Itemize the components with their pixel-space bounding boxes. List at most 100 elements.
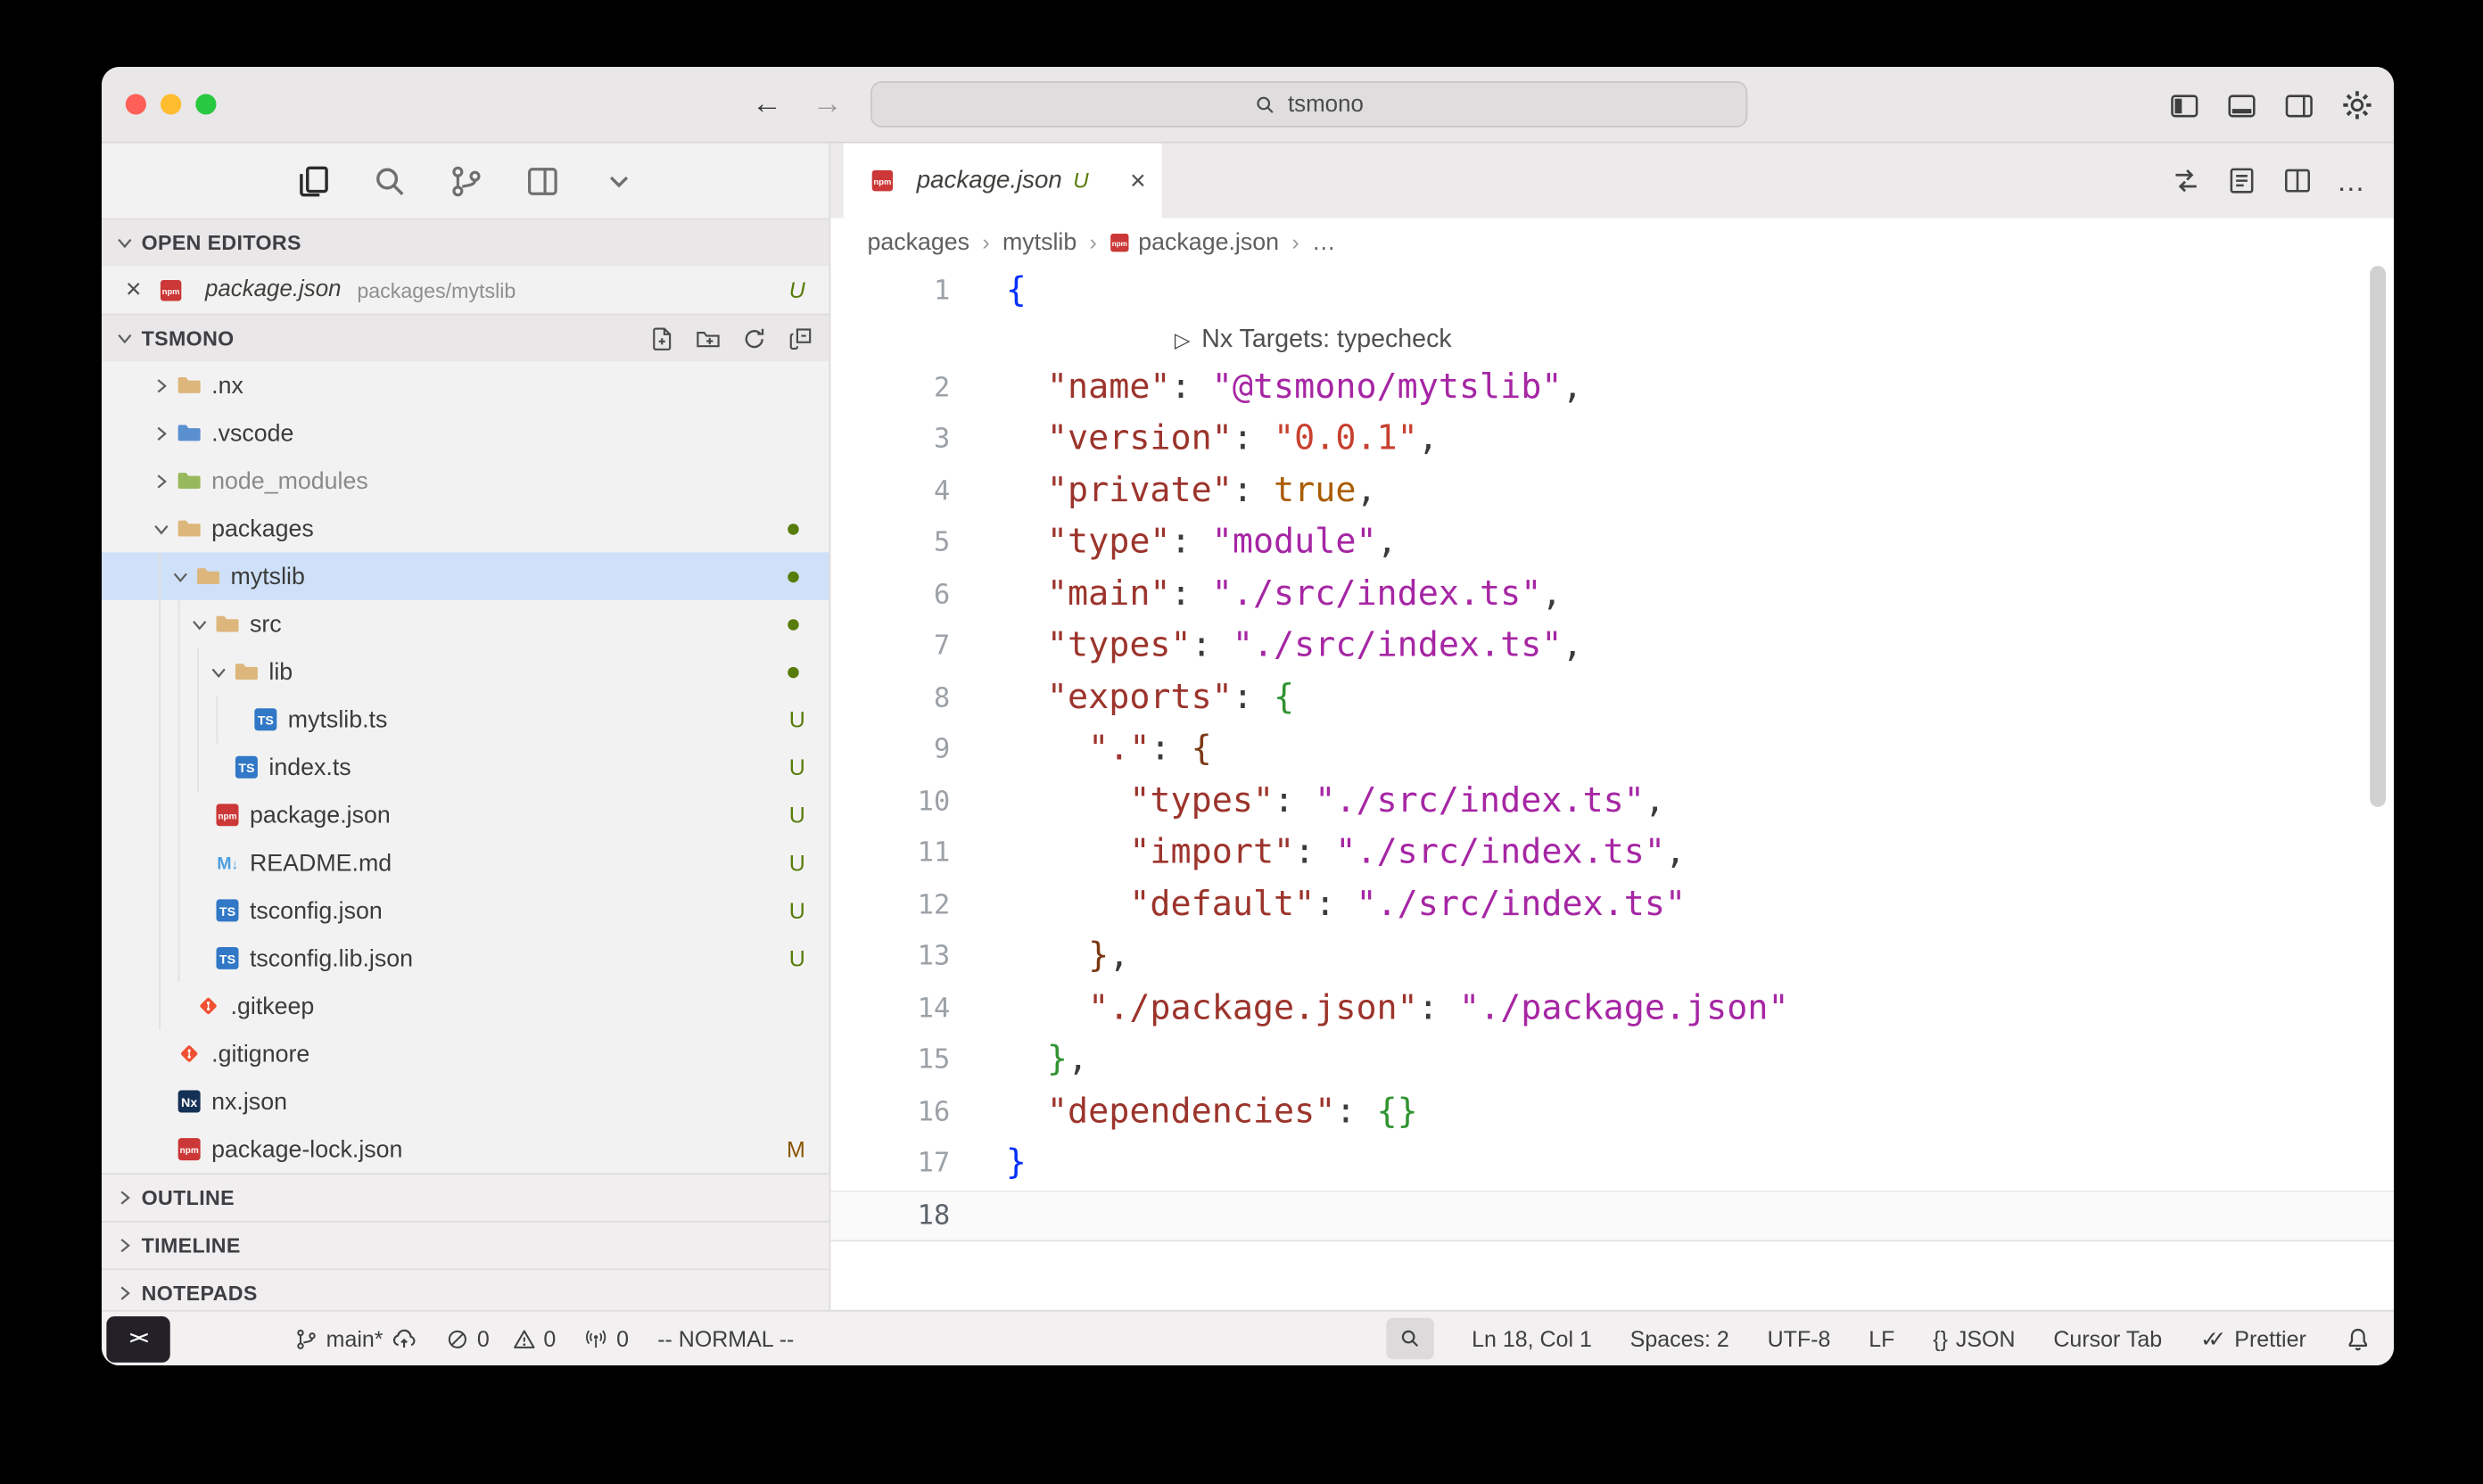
command-center-search[interactable]: tsmono xyxy=(870,81,1747,128)
breadcrumb-item[interactable]: … xyxy=(1312,228,1336,255)
remote-indicator[interactable]: >< xyxy=(106,1315,169,1362)
code-line-4[interactable]: 4 "private": true, xyxy=(830,466,2394,517)
git-status-badge: U xyxy=(789,850,805,876)
code-line-18[interactable]: 18 xyxy=(830,1190,2394,1241)
close-editor-icon[interactable]: × xyxy=(122,274,144,306)
encoding[interactable]: UTF-8 xyxy=(1768,1326,1831,1352)
code-line-10[interactable]: 10 "types": "./src/index.ts", xyxy=(830,776,2394,828)
navigate-forward-button[interactable]: → xyxy=(807,83,848,126)
chevron-closed-icon[interactable] xyxy=(150,374,174,398)
collapse-all-icon[interactable] xyxy=(788,326,813,351)
toggle-panel-icon[interactable] xyxy=(2225,88,2258,121)
tab-package-json[interactable]: npm package.json U × xyxy=(844,144,1162,218)
tree-item-packages[interactable]: packages xyxy=(102,505,829,553)
chevron-open-icon[interactable] xyxy=(187,612,211,636)
screencast-zoom-button[interactable] xyxy=(1386,1318,1434,1359)
branch-status[interactable]: main* xyxy=(294,1326,417,1352)
notifications-bell-icon[interactable] xyxy=(2345,1325,2372,1352)
chevron-open-icon[interactable] xyxy=(150,516,174,540)
more-actions-icon[interactable]: … xyxy=(2337,173,2365,189)
codelens[interactable]: ▷Nx Targets: typecheck xyxy=(830,317,2394,362)
code-line-16[interactable]: 16 "dependencies": {} xyxy=(830,1086,2394,1138)
new-file-icon[interactable] xyxy=(649,326,675,351)
breadcrumb-item[interactable]: packages xyxy=(867,228,969,255)
toggle-secondary-sidebar-icon[interactable] xyxy=(2282,88,2315,121)
tree-item-tsconfig.json[interactable]: TStsconfig.jsonU xyxy=(102,886,829,935)
chevron-open-icon[interactable] xyxy=(169,565,193,589)
broadcast-status[interactable]: 0 xyxy=(584,1326,629,1352)
language-mode[interactable]: {} JSON xyxy=(1933,1326,2015,1352)
tree-item-index.ts[interactable]: TSindex.tsU xyxy=(102,743,829,791)
open-editors-section-header[interactable]: OPEN EDITORS xyxy=(102,218,829,267)
tree-item-label: tsconfig.json xyxy=(250,897,383,924)
code-line-12[interactable]: 12 "default": "./src/index.ts" xyxy=(830,879,2394,931)
editor-scrollbar[interactable] xyxy=(2370,266,2386,807)
cursor-position[interactable]: Ln 18, Col 1 xyxy=(1472,1326,1592,1352)
code-line-13[interactable]: 13 }, xyxy=(830,931,2394,983)
cursor-tab-status[interactable]: Cursor Tab xyxy=(2053,1326,2162,1352)
new-folder-icon[interactable] xyxy=(696,326,722,351)
code-line-3[interactable]: 3 "version": "0.0.1", xyxy=(830,414,2394,466)
refresh-icon[interactable] xyxy=(741,326,767,351)
navigate-back-button[interactable]: ← xyxy=(747,83,788,126)
more-views-chevron-icon[interactable] xyxy=(599,161,638,200)
code-editor[interactable]: 1{▷Nx Targets: typecheck2 "name": "@tsmo… xyxy=(830,266,2394,1310)
code-line-14[interactable]: 14 "./package.json": "./package.json" xyxy=(830,983,2394,1035)
tree-item-node_modules[interactable]: node_modules xyxy=(102,457,829,505)
notepads-section-header[interactable]: NOTEPADS xyxy=(102,1268,829,1309)
togg​le-primary-sidebar-icon[interactable] xyxy=(2168,88,2201,121)
tree-item-nx.json[interactable]: Nxnx.json xyxy=(102,1077,829,1125)
source-control-icon xyxy=(294,1327,318,1351)
tree-item-README.md[interactable]: M↓README.mdU xyxy=(102,839,829,887)
explorer-icon[interactable] xyxy=(293,161,332,200)
open-changes-icon[interactable] xyxy=(2225,165,2257,197)
tree-item-mytslib[interactable]: mytslib xyxy=(102,552,829,600)
settings-gear-icon[interactable] xyxy=(2339,88,2372,121)
timeline-section-header[interactable]: TIMELINE xyxy=(102,1221,829,1269)
minimize-window-button[interactable] xyxy=(161,94,181,114)
chevron-open-icon[interactable] xyxy=(207,660,231,684)
breadcrumb-item[interactable]: npmpackage.json xyxy=(1110,228,1279,255)
tree-item-mytslib.ts[interactable]: TSmytslib.tsU xyxy=(102,696,829,744)
source-control-icon[interactable] xyxy=(446,161,484,200)
tree-item-package.json[interactable]: npmpackage.jsonU xyxy=(102,791,829,839)
tree-item-label: node_modules xyxy=(211,467,368,494)
app-window: ← → tsmono OPEN EDITORS xyxy=(102,67,2394,1365)
code-line-5[interactable]: 5 "type": "module", xyxy=(830,517,2394,569)
indentation[interactable]: Spaces: 2 xyxy=(1630,1326,1729,1352)
formatter-status[interactable]: ✓✓ Prettier xyxy=(2200,1325,2306,1352)
maximize-window-button[interactable] xyxy=(195,94,216,114)
split-editor-icon[interactable] xyxy=(2281,165,2313,197)
explorer-section-header[interactable]: TSMONO xyxy=(102,314,829,362)
open-editor-item[interactable]: × npm package.json packages/mytslib U xyxy=(102,266,829,314)
code-line-1[interactable]: 1{ xyxy=(830,266,2394,317)
outline-section-header[interactable]: OUTLINE xyxy=(102,1173,829,1221)
search-icon[interactable] xyxy=(370,161,408,200)
compare-changes-icon[interactable] xyxy=(2169,165,2201,197)
problems-status[interactable]: 0 0 xyxy=(445,1326,556,1352)
code-line-9[interactable]: 9 ".": { xyxy=(830,724,2394,776)
indent-guide xyxy=(178,600,180,648)
code-line-8[interactable]: 8 "exports": { xyxy=(830,672,2394,724)
breadcrumb-item[interactable]: mytslib xyxy=(1002,228,1077,255)
tree-item-src[interactable]: src xyxy=(102,600,829,648)
chevron-closed-icon[interactable] xyxy=(150,421,174,445)
code-line-2[interactable]: 2 "name": "@tsmono/mytslib", xyxy=(830,362,2394,414)
chevron-closed-icon[interactable] xyxy=(150,469,174,493)
tree-item-.vscode[interactable]: .vscode xyxy=(102,409,829,458)
code-line-15[interactable]: 15 }, xyxy=(830,1035,2394,1086)
tree-item-package-lock.json[interactable]: npmpackage-lock.jsonM xyxy=(102,1125,829,1174)
tree-item-tsconfig.lib.json[interactable]: TStsconfig.lib.jsonU xyxy=(102,935,829,983)
tree-item-lib[interactable]: lib xyxy=(102,647,829,696)
code-line-7[interactable]: 7 "types": "./src/index.ts", xyxy=(830,621,2394,672)
tree-item-.gitkeep[interactable]: .gitkeep xyxy=(102,982,829,1030)
code-line-17[interactable]: 17} xyxy=(830,1138,2394,1190)
tree-item-.nx[interactable]: .nx xyxy=(102,361,829,409)
extensions-icon[interactable] xyxy=(523,161,561,200)
close-tab-icon[interactable]: × xyxy=(1130,165,1146,197)
eol-sequence[interactable]: LF xyxy=(1868,1326,1894,1352)
code-line-6[interactable]: 6 "main": "./src/index.ts", xyxy=(830,569,2394,621)
code-line-11[interactable]: 11 "import": "./src/index.ts", xyxy=(830,828,2394,879)
close-window-button[interactable] xyxy=(126,94,146,114)
tree-item-.gitignore[interactable]: .gitignore xyxy=(102,1030,829,1078)
